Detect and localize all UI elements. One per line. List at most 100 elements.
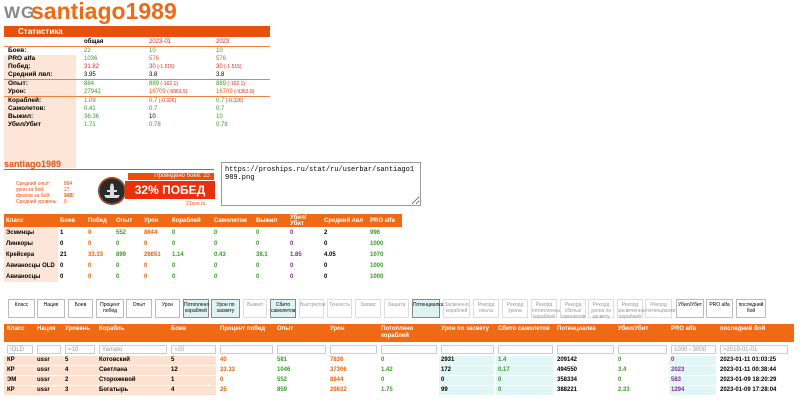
wins-banner: 32% ПОБЕД [125, 181, 215, 199]
class-table-cell: 0 [172, 262, 176, 269]
filter-button[interactable]: Класс [8, 299, 35, 318]
filter-button[interactable]: Потоплено кораблей [183, 299, 209, 318]
main-table-header-cell[interactable]: Потенциалка [557, 326, 616, 333]
column-filter-input[interactable]: >20 [171, 345, 216, 354]
class-table-cell: 0 [214, 240, 218, 247]
stats-value: 1036 [84, 56, 98, 62]
main-table-row[interactable]: ЭМ ussr 2 Сторожевой 1 0 552 8844 0 0 0 358334 0 583 2… [4, 376, 794, 385]
filter-button[interactable]: PRO alfa [706, 299, 733, 318]
stats-row: PRO alfa 1036 576 576 [4, 55, 270, 63]
class-table-cell: 0 [290, 273, 294, 280]
column-filter-input[interactable]: !OLD [7, 345, 33, 354]
main-table-cell: 0.17 [498, 367, 510, 373]
main-table-header-cell[interactable]: Потоплено кораблей [381, 326, 439, 340]
main-table-header-cell[interactable]: Уровень [65, 326, 97, 333]
main-table-row[interactable]: КР ussr 3 Богатырь 4 25 859 29832 1.75 99 0 388221 2… [4, 386, 794, 395]
stats-row: Самолетов: 0.41 0.7 0.7 [4, 105, 270, 113]
stats-value: 1.09 [84, 98, 96, 104]
filter-button[interactable]: Рекорд опыта [473, 299, 499, 318]
column-filter-input[interactable] [220, 345, 273, 354]
class-table-cell: 21 [60, 251, 67, 258]
main-table-cell: ussr [37, 367, 50, 373]
main-table-cell: 12 [171, 367, 178, 373]
main-table-header-cell[interactable]: Корабль [99, 326, 169, 333]
column-filter-input[interactable]: =10 [65, 345, 95, 354]
main-table-header-cell[interactable]: Опыт [277, 326, 328, 333]
stats-value: 884 [84, 81, 95, 87]
main-table-cell: 494550 [557, 367, 578, 373]
filter-button[interactable]: Рекорд урона [502, 299, 528, 318]
column-filter-input[interactable]: >2019-01-01 [720, 345, 788, 354]
stats-col-month: 2023-01 [149, 39, 172, 45]
filter-button[interactable]: Захват [355, 299, 381, 318]
main-table-header-cell[interactable]: последний бой [720, 326, 790, 333]
filter-button[interactable]: Рекорд потопленных кораблей [531, 299, 562, 320]
userbar-url-field[interactable]: https://proships.ru/stat/ru/userbar/sant… [221, 162, 421, 206]
main-table-cell: 2023-01-11 01:03:25 [720, 357, 777, 363]
main-table-cell: 99 [441, 387, 448, 393]
filter-button[interactable]: Процент побед [96, 299, 124, 318]
filter-button[interactable]: Сбито самолетов [270, 299, 296, 318]
main-table-header-cell[interactable]: Урон по засвету [441, 326, 496, 333]
filter-button[interactable]: Рекорд урона по засвету [588, 299, 614, 320]
main-table-row[interactable]: КР ussr 5 Котовский 5 40 581 7836 0 2931 1.4 209142… [4, 356, 794, 365]
filter-button[interactable]: Урон [155, 299, 180, 318]
filter-button[interactable]: Боев [68, 299, 93, 318]
filter-button[interactable]: Рекорд потенциалки [645, 299, 676, 318]
class-table-cell: 0 [172, 273, 176, 280]
filter-button[interactable]: Выжил [243, 299, 267, 318]
stats-col-total: общая [84, 39, 104, 45]
column-filter-input[interactable]: 1000 - 3000 [671, 345, 716, 354]
main-table-header-cell[interactable]: Процент побед [220, 326, 275, 333]
filter-button[interactable]: Убил/Убит [676, 299, 704, 318]
filter-button[interactable]: Опыт [126, 299, 152, 318]
column-filter-input[interactable] [498, 345, 553, 354]
class-table-cell: 0 [116, 262, 120, 269]
filter-button[interactable]: Урон по засвету [211, 299, 240, 318]
main-table-header-cell[interactable]: PRO alfa [671, 326, 718, 333]
stats-row: Средний лвл: 3.95 3.8 3.8 [4, 71, 270, 79]
main-table-header-cell[interactable]: Сбито самолетов [498, 326, 555, 333]
main-table-header-cell[interactable]: Убил/Убит [618, 326, 669, 333]
stats-value: 0.7 (-0.326) [149, 98, 177, 104]
column-filter-input[interactable] [330, 345, 377, 354]
column-filter-input[interactable] [441, 345, 494, 354]
filter-button[interactable]: Рекорд сбитых самолетов [560, 299, 586, 320]
filter-button[interactable]: Нация [37, 299, 65, 318]
main-table-cell: 552 [277, 377, 288, 383]
class-table-row: Авианосцы OLD 0 0 0 0 0 0 0 0 0 1000 [4, 260, 402, 271]
main-table-header-cell[interactable]: Класс [7, 326, 35, 333]
column-filter-input[interactable]: Yamato [99, 345, 167, 354]
column-filter-input[interactable] [37, 345, 61, 354]
main-table-cell: 37306 [330, 367, 347, 373]
stats-delta: (-1.515) [222, 64, 242, 70]
filter-button[interactable]: Потенциалка [412, 299, 443, 318]
class-table-cell: 1000 [370, 273, 384, 280]
filter-button[interactable]: Выстрелов [299, 299, 326, 318]
filter-button[interactable]: последний бой [736, 299, 766, 318]
filter-button[interactable]: Засвечено кораблей [443, 299, 470, 318]
class-table: Класс Боев Побед Опыт Урон Кораблей Самолетов В… [4, 214, 402, 282]
stats-row-label: Выжил: [8, 113, 34, 120]
column-filter-input[interactable] [618, 345, 667, 354]
column-filter-input[interactable] [277, 345, 326, 354]
column-filter-input[interactable] [557, 345, 614, 354]
class-table-cell: 0 [290, 240, 294, 247]
main-table-cell: 40 [220, 357, 227, 363]
column-filter-input[interactable] [381, 345, 437, 354]
main-table-cell: ussr [37, 357, 50, 363]
main-table-header-cell[interactable]: Нация [37, 326, 63, 333]
main-table-cell: 0 [618, 377, 622, 383]
main-table-row[interactable]: КР ussr 4 Светлана 12 33.33 1046 37306 1.42 172 0.… [4, 366, 794, 375]
userbar-value: 0 [64, 199, 67, 205]
main-table-cell: Сторожевой [99, 377, 136, 383]
filter-button[interactable]: Рекорд засвеченных кораблей [617, 299, 648, 320]
main-table-header-cell[interactable]: Урон [330, 326, 379, 333]
main-table-header-cell[interactable]: Боев [171, 326, 218, 333]
filter-button[interactable]: Точность [327, 299, 352, 318]
stats-row-label: Самолетов: [8, 105, 46, 112]
stats-value: 10 [149, 114, 156, 120]
filter-button[interactable]: Защита [384, 299, 409, 318]
class-table-header: Побед [86, 214, 114, 227]
class-table-row: Авианосцы 0 0 0 0 0 0 0 0 0 1000 [4, 271, 402, 282]
